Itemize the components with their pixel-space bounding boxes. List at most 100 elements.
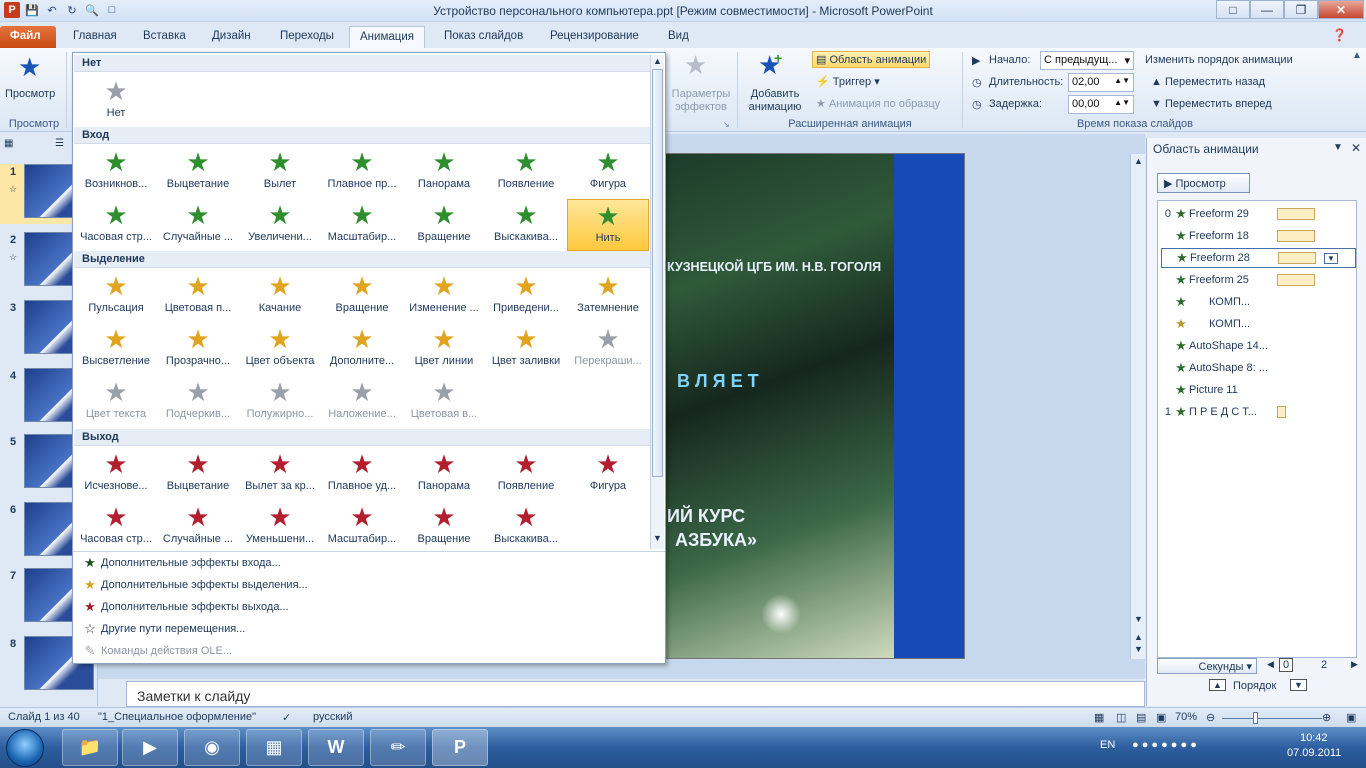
list-item[interactable]: 0 ★ Freeform 29: [1161, 204, 1356, 224]
effect-item[interactable]: ★ Перекраши...: [567, 323, 649, 375]
chevron-down-icon[interactable]: ▼: [1333, 142, 1343, 153]
outline-tab-icon[interactable]: ☰: [55, 138, 64, 149]
list-item[interactable]: ★ Freeform 18: [1161, 226, 1356, 246]
list-item[interactable]: ★ AutoShape 14...: [1161, 336, 1356, 356]
effect-item[interactable]: ★ Исчезнове...: [75, 448, 157, 500]
tray-icons[interactable]: ● ● ● ● ● ● ●: [1132, 739, 1197, 751]
close-button[interactable]: ✕: [1318, 0, 1364, 19]
animation-pane-button[interactable]: ▤ Область анимации: [812, 51, 931, 68]
effect-item[interactable]: ★ Выскакива...: [485, 199, 567, 251]
more-entrance-effects[interactable]: ★ Дополнительные эффекты входа...: [79, 553, 281, 573]
zoom-slider[interactable]: [1222, 718, 1322, 719]
effect-item[interactable]: ★ Панорама: [403, 448, 485, 500]
effect-item[interactable]: ★ Уменьшени...: [239, 501, 321, 553]
list-item[interactable]: 1 ★ П Р Е Д С Т...: [1161, 402, 1356, 422]
effect-item[interactable]: ★ Подчеркив...: [157, 376, 239, 428]
tab-file[interactable]: Файл: [0, 26, 56, 48]
more-emphasis-effects[interactable]: ★ Дополнительные эффекты выделения...: [79, 575, 308, 595]
firefox-taskbar-icon[interactable]: ◉: [184, 729, 240, 766]
effect-item[interactable]: ★ Возникнов...: [75, 146, 157, 198]
animation-painter-button[interactable]: ★ Анимация по образцу: [812, 95, 944, 112]
effect-item[interactable]: ★ Вращение: [321, 270, 403, 322]
list-item[interactable]: ★ КОМП...: [1161, 292, 1356, 312]
start-select[interactable]: С предыдущ... ▾: [1040, 51, 1134, 70]
ribbon-collapse-icon[interactable]: □: [1216, 0, 1250, 19]
list-item[interactable]: ★ AutoShape 8: ...: [1161, 358, 1356, 378]
slides-tab-icon[interactable]: ▦: [4, 138, 13, 149]
more-motion-paths[interactable]: ☆ Другие пути перемещения...: [79, 619, 245, 639]
preview-button[interactable]: Просмотр: [5, 88, 55, 100]
effect-item[interactable]: ★ Прозрачно...: [157, 323, 239, 375]
normal-view-icon[interactable]: ▦: [1094, 711, 1104, 724]
effect-item[interactable]: ★ Цвет линии: [403, 323, 485, 375]
effect-item[interactable]: ★ Нить: [567, 199, 649, 251]
delay-input[interactable]: 00,00 ▲▼: [1068, 95, 1134, 114]
zoom-slider-thumb[interactable]: [1253, 712, 1258, 724]
effect-item[interactable]: ★ Масштабир...: [321, 501, 403, 553]
language-indicator[interactable]: русский: [313, 711, 352, 723]
order-down-icon[interactable]: ▼: [1290, 679, 1307, 691]
next-slide-icon[interactable]: ▼: [1134, 644, 1143, 654]
effect-item[interactable]: ★ Случайные ...: [157, 501, 239, 553]
effect-item[interactable]: ★ Выцветание: [157, 448, 239, 500]
slide-notes-field[interactable]: Заметки к слайду: [126, 681, 1145, 707]
tab-animation[interactable]: Анимация: [349, 26, 425, 48]
close-icon[interactable]: ✕: [1351, 141, 1361, 155]
list-item[interactable]: ★ Freeform 28 ▼: [1161, 248, 1356, 268]
move-forward-button[interactable]: ▼ Переместить вперед: [1147, 96, 1276, 112]
tab-insert[interactable]: Вставка: [133, 26, 196, 48]
effect-item[interactable]: ★ Случайные ...: [157, 199, 239, 251]
effect-item[interactable]: ★ Увеличени...: [239, 199, 321, 251]
effect-item[interactable]: ★ Цветовая п...: [157, 270, 239, 322]
start-button[interactable]: [6, 729, 44, 767]
zoom-level[interactable]: 70%: [1175, 711, 1197, 723]
effect-item[interactable]: ★ Часовая стр...: [75, 199, 157, 251]
effect-item[interactable]: ★ Вращение: [403, 501, 485, 553]
spinner-icon[interactable]: ▲▼: [1114, 98, 1130, 107]
effect-item[interactable]: ★ Панорама: [403, 146, 485, 198]
clock-date[interactable]: 07.09.2011: [1287, 747, 1341, 759]
add-animation-button[interactable]: Добавить анимацию: [742, 88, 808, 114]
dialog-launcher-icon[interactable]: ↘: [723, 120, 730, 129]
move-back-button[interactable]: ▲ Переместить назад: [1147, 74, 1269, 90]
effect-item[interactable]: ★ Фигура: [567, 146, 649, 198]
paint-taskbar-icon[interactable]: ✏: [370, 729, 426, 766]
list-item[interactable]: ★ Freeform 25: [1161, 270, 1356, 290]
effect-item[interactable]: ★ Часовая стр...: [75, 501, 157, 553]
zoom-out-timeline-icon[interactable]: ◀: [1267, 659, 1274, 670]
clock-time[interactable]: 10:42: [1300, 732, 1328, 744]
tab-slideshow[interactable]: Показ слайдов: [434, 26, 533, 48]
effect-item[interactable]: ★ Высветление: [75, 323, 157, 375]
effect-item[interactable]: ★ Плавное уд...: [321, 448, 403, 500]
tab-transitions[interactable]: Переходы: [270, 26, 344, 48]
pane-preview-button[interactable]: ▶ Просмотр: [1157, 173, 1250, 193]
fit-to-window-icon[interactable]: ▣: [1346, 711, 1356, 724]
zoom-in-icon[interactable]: ⊕: [1322, 711, 1331, 724]
effect-item[interactable]: ★ Выцветание: [157, 146, 239, 198]
effect-item[interactable]: ★ Дополните...: [321, 323, 403, 375]
effect-item[interactable]: ★ Вылет: [239, 146, 321, 198]
effect-item[interactable]: ★ Цветовая в...: [403, 376, 485, 428]
effect-params-button[interactable]: Параметры эффектов: [668, 88, 734, 114]
slide-vertical-scrollbar[interactable]: ▲ ▼ ▲ ▼: [1130, 154, 1145, 659]
list-item[interactable]: ★ КОМП...: [1161, 314, 1356, 334]
effect-item[interactable]: ★ Приведени...: [485, 270, 567, 322]
scroll-up-icon[interactable]: ▲: [653, 56, 662, 66]
maximize-button[interactable]: ❐: [1284, 0, 1318, 19]
theme-name[interactable]: "1_Специальное оформление": [98, 711, 256, 723]
tab-home[interactable]: Главная: [63, 26, 127, 48]
chevron-down-icon[interactable]: ▼: [1324, 252, 1338, 264]
effect-item[interactable]: ★ Полужирно...: [239, 376, 321, 428]
prev-slide-icon[interactable]: ▲: [1134, 632, 1143, 642]
duration-input[interactable]: 02,00 ▲▼: [1068, 73, 1134, 92]
effect-item[interactable]: ★ Пульсация: [75, 270, 157, 322]
effect-item[interactable]: ★ Масштабир...: [321, 199, 403, 251]
effect-item[interactable]: ★ Цвет заливки: [485, 323, 567, 375]
tab-review[interactable]: Рецензирование: [540, 26, 649, 48]
effect-none[interactable]: ★ Нет: [75, 75, 157, 127]
effect-item[interactable]: ★ Наложение...: [321, 376, 403, 428]
tab-view[interactable]: Вид: [658, 26, 699, 48]
spellcheck-icon[interactable]: ✓: [282, 711, 291, 724]
seconds-dropdown[interactable]: Секунды ▾: [1157, 658, 1257, 674]
collapse-ribbon-icon[interactable]: ▲: [1352, 50, 1362, 61]
